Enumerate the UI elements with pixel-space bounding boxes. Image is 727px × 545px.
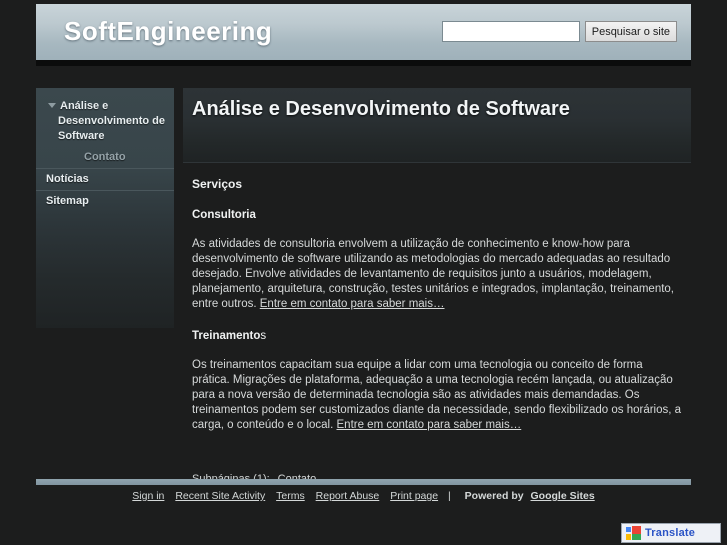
paragraph-consultoria: As atividades de consultoria envolvem a … [192,237,682,312]
contato-link-treinamentos[interactable]: Entre em contato para saber mais… [337,419,522,431]
google-translate-icon [626,525,641,541]
footer-link-google-sites[interactable]: Google Sites [531,490,595,502]
article-body: Serviços Consultoria As atividades de co… [183,163,691,433]
heading-treinamentos-bold: Treinamento [192,330,261,342]
heading-treinamentos: Treinamentos [192,329,682,344]
sidebar-item-analise-desenvolvimento[interactable]: Análise e Desenvolvimento de Software [36,96,174,147]
sidebar-item-label: Notícias [46,173,89,185]
footer-link-sign-in[interactable]: Sign in [132,490,164,502]
search-input[interactable] [441,21,580,42]
page-title-block: Análise e Desenvolvimento de Software [183,88,691,163]
sidebar-item-contato[interactable]: Contato [36,147,174,168]
sidebar-item-label: Sitemap [46,195,89,207]
search-button[interactable]: Pesquisar o site [584,21,677,42]
sidebar-item-sitemap[interactable]: Sitemap [36,190,174,212]
sidebar-item-noticias[interactable]: Notícias [36,168,174,190]
translate-label: Translate [645,527,696,539]
sidebar-item-label: Contato [84,151,126,163]
sidebar-list: Análise e Desenvolvimento de Software Co… [36,88,174,212]
footer-link-recent-site-activity[interactable]: Recent Site Activity [175,490,265,502]
contato-link-consultoria[interactable]: Entre em contato para saber mais… [260,298,445,310]
heading-consultoria-bold: Consultoria [192,209,256,221]
sidebar-item-label: Análise e Desenvolvimento de Software [58,100,165,142]
footer-link-terms[interactable]: Terms [276,490,305,502]
site-title: SoftEngineering [64,16,273,46]
site-footer: Sign in Recent Site Activity Terms Repor… [0,490,727,502]
sidebar-navigation: Análise e Desenvolvimento de Software Co… [36,88,174,328]
paragraph-treinamentos: Os treinamentos capacitam sua equipe a l… [192,358,682,433]
page-title: Análise e Desenvolvimento de Software [192,98,570,120]
heading-consultoria: Consultoria [192,208,682,223]
site-header: SoftEngineering Pesquisar o site [36,4,691,66]
site-search: Pesquisar o site [441,21,677,42]
footer-separator: | [448,490,451,502]
chevron-down-icon[interactable] [48,102,56,108]
google-translate-badge[interactable]: Translate [621,523,721,543]
footer-divider [36,479,691,485]
footer-powered-by: Powered by Google Sites [465,490,599,502]
footer-powered-prefix: Powered by [464,490,524,502]
heading-servicos: Serviços [192,177,243,191]
footer-link-report-abuse[interactable]: Report Abuse [316,490,380,502]
heading-treinamentos-plain: s [260,330,267,342]
main-content: Análise e Desenvolvimento de Software Se… [183,88,691,485]
footer-link-print-page[interactable]: Print page [390,490,438,502]
